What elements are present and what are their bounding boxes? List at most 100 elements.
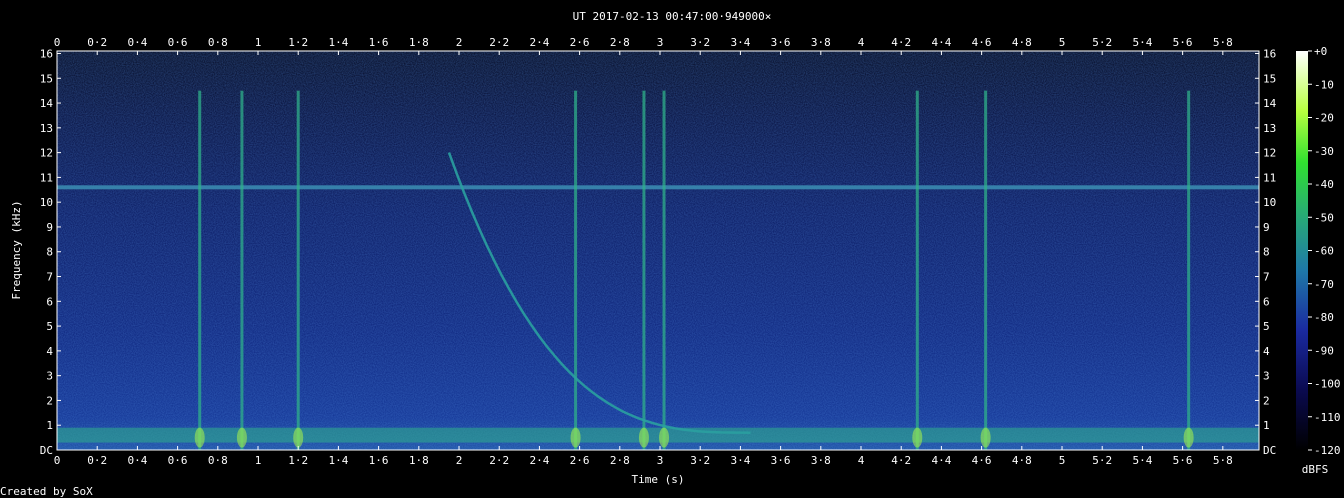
x-tick-label-bottom: 5·8	[1213, 454, 1233, 467]
y-tick-label-left: 4	[46, 345, 53, 358]
impulse-peak	[194, 427, 205, 448]
x-tick-label-top: 4·6	[972, 36, 992, 49]
x-tick-label-bottom: 3·2	[690, 454, 710, 467]
x-tick-label-bottom: 2·4	[529, 454, 549, 467]
spectrogram-figure: UT 2017-02-13 00:47:00·949000× 0 0·2 0·4 0·…	[0, 10, 1341, 498]
impulse-peak	[293, 427, 304, 448]
x-tick-label-top: 4·2	[891, 36, 911, 49]
x-tick-label-bottom: 4·8	[1012, 454, 1032, 467]
colorbar	[1296, 51, 1308, 450]
x-tick-label-top: 5·4	[1132, 36, 1152, 49]
y-tick-label-right: 14	[1263, 97, 1277, 110]
x-tick-label-top: 3·8	[811, 36, 831, 49]
y-tick-label-right: 13	[1263, 122, 1276, 135]
y-tick-label-left: 2	[46, 394, 53, 407]
x-tick-label-top: 0·4	[127, 36, 147, 49]
impulse-peak	[236, 427, 247, 448]
colorbar-tick-label: -10	[1314, 78, 1334, 91]
y-tick-label-left: 10	[40, 196, 53, 209]
colorbar-tick-label: -100	[1314, 378, 1341, 391]
y-tick-label-right: 5	[1263, 320, 1270, 333]
impulse-peak	[570, 427, 581, 448]
colorbar-tick-label: -30	[1314, 145, 1334, 158]
impulse-streak	[642, 90, 646, 450]
x-tick-label-bottom: 1·6	[369, 454, 389, 467]
x-tick-label-bottom: 5	[1059, 454, 1066, 467]
x-tick-label-top: 5·6	[1173, 36, 1193, 49]
x-tick-label-bottom: 4·6	[972, 454, 992, 467]
impulse-streak	[574, 90, 578, 450]
impulse-streak	[240, 90, 244, 450]
x-tick-label-bottom: 5·2	[1092, 454, 1112, 467]
impulse-streak	[296, 90, 300, 450]
y-tick-label-left: 14	[40, 97, 54, 110]
y-tick-label-right: DC	[1263, 444, 1276, 457]
colorbar-tick-label: -110	[1314, 411, 1341, 424]
x-tick-label-bottom: 4·4	[931, 454, 951, 467]
colorbar-tick-label: -40	[1314, 178, 1334, 191]
impulse-streak	[662, 90, 666, 450]
y-tick-label-left: 5	[46, 320, 53, 333]
x-tick-label-top: 5·8	[1213, 36, 1233, 49]
colorbar-label: dBFS	[1302, 463, 1329, 476]
colorbar-tick-label: -60	[1314, 245, 1334, 258]
sox-credit: Created by SoX	[0, 485, 93, 498]
x-tick-label-bottom: 3	[657, 454, 664, 467]
y-tick-label-right: 9	[1263, 221, 1270, 234]
impulse-peak	[1183, 427, 1194, 448]
x-axis-label: Time (s)	[632, 473, 685, 486]
x-tick-label-top: 0	[54, 36, 61, 49]
x-tick-label-bottom: 2·2	[489, 454, 509, 467]
y-tick-label-right: 10	[1263, 196, 1276, 209]
x-tick-label-bottom: 1	[255, 454, 262, 467]
y-tick-label-left: DC	[40, 444, 53, 457]
x-tick-label-top: 1·6	[369, 36, 389, 49]
x-tick-label-bottom: 3·8	[811, 454, 831, 467]
colorbar-tick-label: -20	[1314, 112, 1334, 125]
y-tick-label-right: 7	[1263, 271, 1270, 284]
impulse-streak	[198, 90, 202, 450]
tone-line	[57, 185, 1259, 190]
x-tick-label-top: 1·8	[409, 36, 429, 49]
y-tick-label-left: 3	[46, 370, 53, 383]
y-axis-label: Frequency (kHz)	[10, 200, 23, 299]
x-tick-label-top: 2·8	[610, 36, 630, 49]
y-tick-label-right: 3	[1263, 370, 1270, 383]
impulse-peak	[638, 427, 649, 448]
x-tick-label-top: 3·2	[690, 36, 710, 49]
y-tick-label-right: 15	[1263, 72, 1276, 85]
impulse-streak	[1187, 90, 1191, 450]
y-tick-label-left: 15	[40, 72, 53, 85]
impulse-streak	[984, 90, 988, 450]
colorbar-tick-label: -70	[1314, 278, 1334, 291]
x-tick-label-top: 3·4	[730, 36, 750, 49]
x-tick-label-top: 2·2	[489, 36, 509, 49]
impulse-streak	[915, 90, 919, 450]
x-tick-label-top: 4·8	[1012, 36, 1032, 49]
x-tick-label-top: 0·8	[208, 36, 228, 49]
x-tick-label-bottom: 2·8	[610, 454, 630, 467]
noise-texture	[57, 51, 1259, 450]
x-tick-label-bottom: 3·4	[730, 454, 750, 467]
x-tick-label-bottom: 1·2	[288, 454, 308, 467]
x-tick-label-top: 2	[456, 36, 463, 49]
impulse-peak	[659, 427, 670, 448]
x-tick-label-top: 2·6	[570, 36, 590, 49]
y-tick-label-left: 6	[46, 295, 53, 308]
y-tick-label-left: 16	[40, 47, 53, 60]
x-tick-label-top: 2·4	[529, 36, 549, 49]
x-tick-label-top: 4	[858, 36, 865, 49]
y-tick-label-right: 11	[1263, 171, 1276, 184]
x-tick-label-top: 1·4	[328, 36, 348, 49]
y-tick-label-left: 13	[40, 122, 53, 135]
impulse-peak	[912, 427, 923, 448]
y-tick-label-right: 16	[1263, 47, 1276, 60]
x-tick-label-bottom: 4·2	[891, 454, 911, 467]
x-tick-label-bottom: 4	[858, 454, 865, 467]
x-tick-label-bottom: 1·8	[409, 454, 429, 467]
y-tick-label-right: 4	[1263, 345, 1270, 358]
colorbar-tick-label: -90	[1314, 344, 1334, 357]
chart-title: UT 2017-02-13 00:47:00·949000×	[573, 10, 772, 23]
x-tick-label-bottom: 0	[54, 454, 61, 467]
colorbar-tick-label: +0	[1314, 45, 1327, 58]
